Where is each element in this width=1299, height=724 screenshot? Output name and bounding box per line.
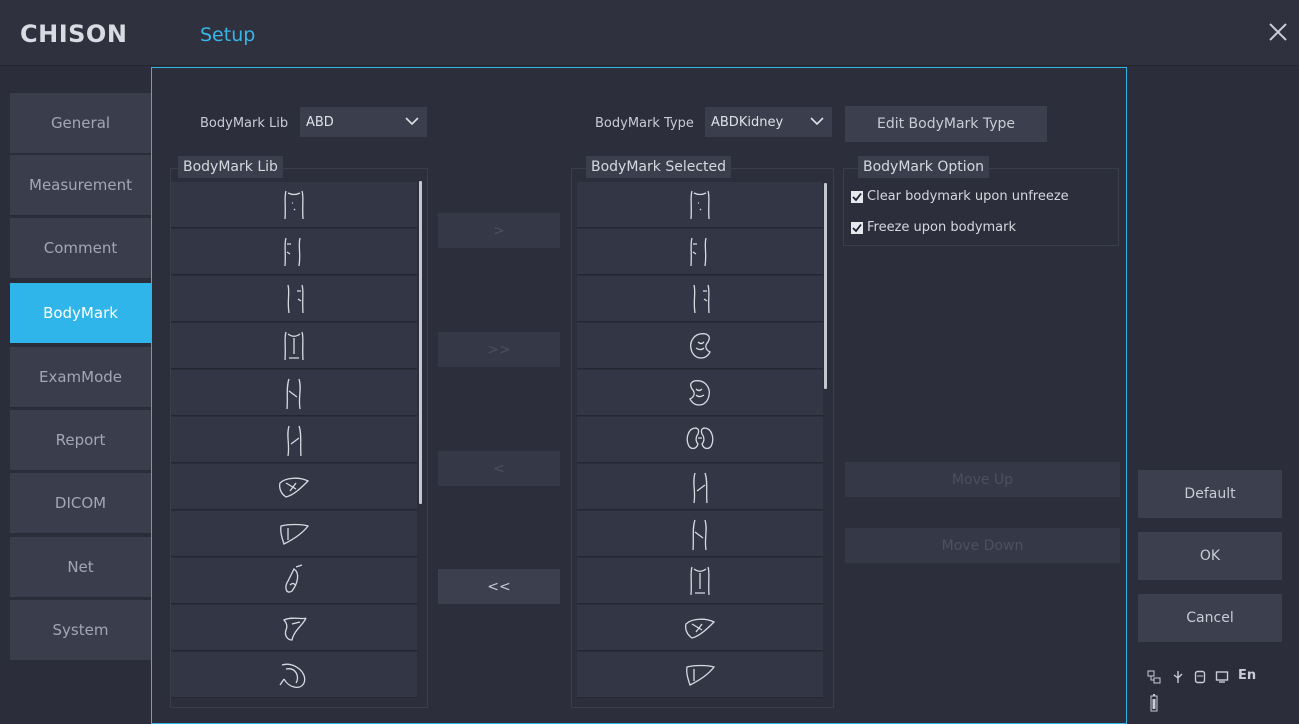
torso-front-icon <box>690 190 710 219</box>
lib-scrollbar[interactable] <box>419 181 422 504</box>
sidebar-item-net[interactable]: Net <box>10 537 151 598</box>
close-icon[interactable] <box>1264 18 1292 46</box>
bodymark-lib-list-title: BodyMark Lib <box>178 156 283 178</box>
battery-icon <box>1150 694 1158 712</box>
flank-left-icon <box>286 378 301 409</box>
liver-outline-icon <box>686 664 716 686</box>
gallbladder-icon <box>285 563 303 593</box>
selected-scrollbar[interactable] <box>824 183 827 389</box>
edit-bodymark-type-button[interactable]: Edit BodyMark Type <box>845 106 1047 142</box>
lib-list-item[interactable] <box>171 229 417 275</box>
bodymark-lib-select[interactable]: ABD <box>300 107 427 137</box>
lib-list-item[interactable] <box>171 276 417 322</box>
selected-list-item[interactable] <box>577 652 823 698</box>
kidney-left-icon <box>690 332 711 359</box>
status-bar: En <box>1147 668 1287 718</box>
liver-icon <box>685 618 716 639</box>
kidney-right-icon <box>689 379 710 406</box>
torso-left-icon <box>690 237 707 266</box>
storage-icon <box>1194 670 1206 684</box>
lib-list-item[interactable] <box>171 464 417 510</box>
stomach-icon <box>279 663 306 688</box>
selected-list-item[interactable] <box>577 417 823 463</box>
sidebar-item-system[interactable]: System <box>10 600 151 661</box>
selected-list-item[interactable] <box>577 182 823 228</box>
bodymark-lib-label: BodyMark Lib <box>200 116 289 131</box>
sidebar-item-exammode[interactable]: ExamMode <box>10 347 151 408</box>
sidebar-item-dicom[interactable]: DICOM <box>10 473 151 534</box>
flank-right-icon <box>693 472 708 503</box>
liver-outline-icon <box>280 523 310 545</box>
lib-list-item[interactable] <box>171 652 417 698</box>
lib-list-item[interactable] <box>171 558 417 604</box>
move-up-button[interactable]: Move Up <box>845 462 1120 497</box>
add-all-button[interactable]: >> <box>438 332 560 367</box>
lib-list-item[interactable] <box>171 511 417 557</box>
remove-button[interactable]: < <box>438 451 560 486</box>
sidebar-item-comment[interactable]: Comment <box>10 218 151 279</box>
kidneys-pair-icon <box>686 426 714 449</box>
torso-left-icon <box>284 237 301 266</box>
freeze-upon-bodymark-option[interactable]: Freeze upon bodymark <box>851 220 1016 235</box>
selected-list-item[interactable] <box>577 558 823 604</box>
torso-back-icon <box>690 566 710 595</box>
clear-bodymark-option[interactable]: Clear bodymark upon unfreeze <box>851 189 1069 204</box>
brand-logo: CHISON <box>20 20 128 48</box>
torso-back-icon <box>284 331 304 360</box>
liver-icon <box>279 477 310 498</box>
bodymark-option-title: BodyMark Option <box>858 156 990 178</box>
chevron-down-icon <box>405 117 419 126</box>
sidebar-item-general[interactable]: General <box>10 93 151 154</box>
lib-list-item[interactable] <box>171 605 417 651</box>
checkbox-checked[interactable] <box>851 221 863 234</box>
selected-list-item[interactable] <box>577 229 823 275</box>
selected-list-item[interactable] <box>577 511 823 557</box>
default-button[interactable]: Default <box>1138 470 1282 518</box>
bodymark-selected-list-title: BodyMark Selected <box>586 156 732 178</box>
pancreas-icon <box>282 616 307 641</box>
flank-left-icon <box>692 519 707 550</box>
lib-list-item[interactable] <box>171 417 417 463</box>
selected-list-item[interactable] <box>577 464 823 510</box>
sidebar-item-bodymark[interactable]: BodyMark <box>10 283 151 344</box>
torso-front-icon <box>284 190 304 219</box>
move-down-button[interactable]: Move Down <box>845 528 1120 563</box>
clear-bodymark-label: Clear bodymark upon unfreeze <box>867 189 1069 204</box>
bodymark-type-select[interactable]: ABDKidney <box>705 107 832 137</box>
bodymark-lib-value: ABD <box>306 114 334 130</box>
chevron-down-icon <box>810 117 824 126</box>
ok-button[interactable]: OK <box>1138 532 1282 580</box>
page-title: Setup <box>200 24 256 46</box>
language-indicator[interactable]: En <box>1238 668 1256 683</box>
cancel-button[interactable]: Cancel <box>1138 594 1282 642</box>
sidebar-item-measurement[interactable]: Measurement <box>10 155 151 216</box>
usb-icon <box>1173 671 1183 683</box>
bodymark-type-value: ABDKidney <box>711 114 784 130</box>
lib-list-item[interactable] <box>171 370 417 416</box>
torso-right-icon <box>693 284 710 313</box>
selected-list-item[interactable] <box>577 276 823 322</box>
freeze-upon-bodymark-label: Freeze upon bodymark <box>867 220 1017 235</box>
selected-list-item[interactable] <box>577 370 823 416</box>
flank-right-icon <box>287 425 302 456</box>
selected-list-item[interactable] <box>577 323 823 369</box>
add-button[interactable]: > <box>438 213 560 248</box>
lib-list-item[interactable] <box>171 182 417 228</box>
sidebar-item-report[interactable]: Report <box>10 410 151 471</box>
selected-list-item[interactable] <box>577 605 823 651</box>
title-bar: CHISON Setup <box>0 0 1299 66</box>
network-icon <box>1147 670 1161 684</box>
torso-right-icon <box>287 284 304 313</box>
bodymark-type-label: BodyMark Type <box>595 116 694 131</box>
lib-list-item[interactable] <box>171 323 417 369</box>
checkbox-checked[interactable] <box>851 190 863 203</box>
monitor-icon <box>1215 671 1229 683</box>
remove-all-button[interactable]: << <box>438 569 560 604</box>
